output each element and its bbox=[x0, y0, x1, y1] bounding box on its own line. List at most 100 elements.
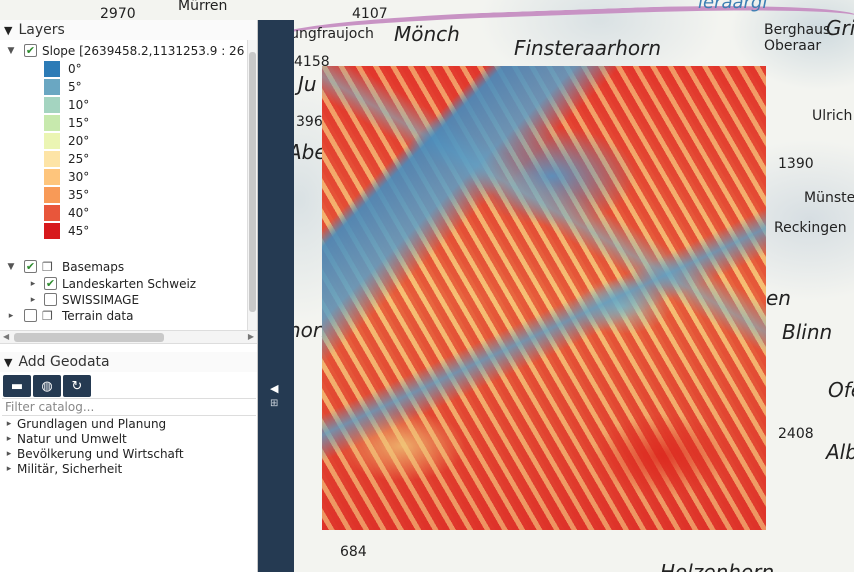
legend-swatch bbox=[44, 132, 60, 149]
legend-label: 15° bbox=[68, 115, 90, 130]
vertical-scrollbar[interactable] bbox=[247, 40, 257, 330]
catalog-category[interactable]: ▸ Bevölkerung und Wirtschaft bbox=[0, 446, 257, 461]
layer-label-basemaps: Basemaps bbox=[62, 259, 125, 274]
legend-label: 10° bbox=[68, 97, 90, 112]
layer-slope[interactable]: ▼ ✔ Slope [2639458.2,1131253.9 : 26 bbox=[6, 42, 245, 59]
map-label: ieraargl bbox=[698, 0, 768, 13]
scroll-thumb[interactable] bbox=[14, 333, 164, 342]
map-label: Holzenhorn bbox=[660, 560, 775, 572]
legend-item: 25° bbox=[44, 150, 89, 167]
landeskarten-checkbox[interactable]: ✔ bbox=[44, 277, 57, 290]
layer-swissimage[interactable]: ▸ SWISSIMAGE bbox=[28, 291, 139, 308]
legend-swatch bbox=[44, 96, 60, 113]
layer-label-swissimage: SWISSIMAGE bbox=[62, 292, 140, 307]
map-label: 2408 bbox=[778, 426, 814, 442]
horizontal-scrollbar[interactable]: ◀ ▶ bbox=[0, 330, 257, 344]
legend-label: 30° bbox=[68, 169, 90, 184]
map-label: Jungfraujoch bbox=[286, 26, 374, 42]
globe-icon: ◍ bbox=[41, 378, 53, 394]
tree-icon: ⊞ bbox=[270, 398, 279, 409]
layers-title: Layers bbox=[18, 22, 65, 38]
legend-item: 30° bbox=[44, 168, 89, 185]
map-label: Ulrich bbox=[812, 108, 853, 124]
layer-label-landeskarten: Landeskarten Schweiz bbox=[62, 276, 197, 291]
legend-swatch bbox=[44, 186, 60, 203]
collapse-triangle-icon[interactable]: ▼ bbox=[4, 24, 12, 37]
legend-item: 20° bbox=[44, 132, 89, 149]
refresh-icon: ↻ bbox=[71, 378, 83, 394]
collapse-triangle-icon[interactable]: ▼ bbox=[4, 356, 12, 369]
map-label: Ju bbox=[298, 72, 317, 96]
filter-catalog-input[interactable] bbox=[2, 398, 256, 416]
map-label: Berghaus bbox=[764, 22, 831, 38]
map-label: Ofe bbox=[828, 378, 854, 402]
scroll-thumb[interactable] bbox=[249, 52, 256, 312]
layers-header[interactable]: ▼ Layers bbox=[0, 20, 257, 40]
layer-landeskarten[interactable]: ▸ ✔ Landeskarten Schweiz bbox=[28, 275, 196, 292]
legend-item: 45° bbox=[44, 222, 89, 239]
layer-label-terrain: Terrain data bbox=[62, 308, 134, 323]
collapse-panel-icon[interactable]: ◀ bbox=[270, 382, 278, 395]
map-label: Mönch bbox=[394, 22, 460, 46]
legend-swatch bbox=[44, 204, 60, 221]
map-label: Münste bbox=[804, 190, 854, 206]
expand-triangle-icon[interactable]: ▸ bbox=[28, 279, 38, 289]
expand-triangle-icon[interactable]: ▸ bbox=[4, 434, 14, 444]
scroll-left-icon[interactable]: ◀ bbox=[3, 332, 9, 341]
expand-triangle-icon[interactable]: ▸ bbox=[4, 464, 14, 474]
catalog-category[interactable]: ▸ Grundlagen und Planung bbox=[0, 416, 257, 431]
legend-swatch bbox=[44, 60, 60, 77]
geodata-title: Add Geodata bbox=[18, 354, 110, 370]
layers-stack-icon: ❐ bbox=[42, 308, 53, 323]
legend-item: 15° bbox=[44, 114, 89, 131]
refresh-button[interactable]: ↻ bbox=[63, 375, 91, 397]
legend-label: 0° bbox=[68, 61, 82, 76]
legend-label: 5° bbox=[68, 79, 82, 94]
swissimage-checkbox[interactable] bbox=[44, 293, 57, 306]
terrain-checkbox[interactable] bbox=[24, 309, 37, 322]
map-label: Blinn bbox=[782, 320, 833, 344]
catalog-category[interactable]: ▸ Natur und Umwelt bbox=[0, 431, 257, 446]
panel-divider[interactable]: ◀ ⊞ bbox=[258, 20, 294, 572]
map-label: Gri bbox=[826, 16, 854, 40]
legend-swatch bbox=[44, 114, 60, 131]
expand-triangle-icon[interactable]: ▸ bbox=[28, 295, 38, 305]
geodata-header[interactable]: ▼ Add Geodata bbox=[0, 352, 257, 372]
expand-triangle-icon[interactable]: ▸ bbox=[6, 311, 16, 321]
legend-item: 0° bbox=[44, 60, 82, 77]
legend-item: 35° bbox=[44, 186, 89, 203]
slope-raster-overlay bbox=[322, 66, 766, 530]
legend-swatch bbox=[44, 222, 60, 239]
expand-triangle-icon[interactable]: ▸ bbox=[4, 419, 14, 429]
map-label: Mürren bbox=[178, 0, 228, 14]
basemaps-checkbox[interactable]: ✔ bbox=[24, 260, 37, 273]
map-label: Oberaar bbox=[764, 38, 822, 54]
map-label: Reckingen bbox=[774, 220, 847, 236]
legend-label: 45° bbox=[68, 223, 90, 238]
map-label: 684 bbox=[340, 544, 367, 560]
legend-item: 5° bbox=[44, 78, 82, 95]
expand-triangle-icon[interactable]: ▸ bbox=[4, 449, 14, 459]
geodata-toolbar: ▬ ◍ ↻ bbox=[0, 372, 257, 398]
expand-triangle-icon[interactable]: ▼ bbox=[6, 46, 16, 56]
layer-label-slope: Slope [2639458.2,1131253.9 : 26 bbox=[42, 43, 245, 58]
catalog-category-label: Militär, Sicherheit bbox=[17, 461, 123, 476]
layers-stack-icon: ❐ bbox=[42, 259, 53, 274]
map-label: 4107 bbox=[352, 6, 388, 22]
legend-swatch bbox=[44, 150, 60, 167]
catalog-category-label: Grundlagen und Planung bbox=[17, 416, 167, 431]
layer-basemaps[interactable]: ▼ ✔ ❐ Basemaps bbox=[6, 258, 125, 275]
map-label: Finsteraarhorn bbox=[514, 36, 662, 60]
legend-swatch bbox=[44, 78, 60, 95]
catalog-category[interactable]: ▸ Militär, Sicherheit bbox=[0, 461, 257, 476]
catalog-category-label: Bevölkerung und Wirtschaft bbox=[17, 446, 184, 461]
slope-checkbox[interactable]: ✔ bbox=[24, 44, 37, 57]
map-label: en bbox=[766, 286, 791, 310]
layer-terrain[interactable]: ▸ ❐ Terrain data bbox=[6, 307, 134, 324]
scroll-right-icon[interactable]: ▶ bbox=[248, 332, 254, 341]
map-label: 1390 bbox=[778, 156, 814, 172]
expand-triangle-icon[interactable]: ▼ bbox=[6, 262, 16, 272]
map-label: Alb bbox=[826, 440, 854, 464]
open-folder-button[interactable]: ▬ bbox=[3, 375, 31, 397]
add-web-service-button[interactable]: ◍ bbox=[33, 375, 61, 397]
